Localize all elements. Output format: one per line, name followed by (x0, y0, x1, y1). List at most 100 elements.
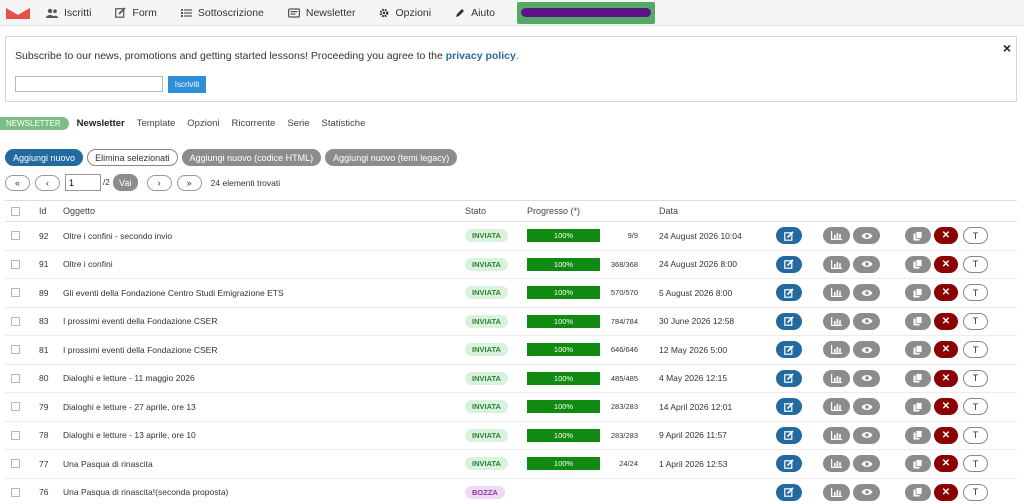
statistics-button[interactable] (823, 483, 850, 501)
copy-button[interactable] (905, 227, 931, 245)
preview-button[interactable] (853, 426, 880, 444)
preview-button[interactable] (853, 284, 880, 302)
edit-button[interactable] (776, 483, 802, 501)
copy-button[interactable] (905, 398, 931, 416)
preview-button[interactable] (853, 255, 880, 273)
delete-button[interactable]: ✕ (934, 398, 958, 416)
page-number-input[interactable] (65, 174, 101, 191)
prev-page-button[interactable]: ‹ (35, 174, 60, 191)
go-button[interactable]: Vai (112, 174, 138, 191)
statistics-button[interactable] (823, 398, 850, 416)
row-checkbox[interactable] (11, 288, 20, 298)
tab-ricorrente[interactable]: Ricorrente (232, 118, 276, 129)
test-send-button[interactable]: T (963, 369, 988, 387)
preview-button[interactable] (853, 341, 880, 359)
preview-button[interactable] (853, 455, 880, 473)
copy-button[interactable] (905, 426, 931, 444)
statistics-button[interactable] (823, 227, 850, 245)
test-send-button[interactable]: T (963, 426, 988, 444)
preview-button[interactable] (853, 483, 880, 501)
tab-statistiche[interactable]: Statistiche (322, 118, 366, 129)
delete-button[interactable]: ✕ (934, 227, 958, 245)
delete-button[interactable]: ✕ (934, 312, 958, 330)
last-page-button[interactable]: » (176, 174, 202, 191)
first-page-button[interactable]: « (5, 174, 30, 191)
edit-button[interactable] (776, 312, 802, 330)
test-send-button[interactable]: T (963, 455, 988, 473)
nav-item-iscritti[interactable]: Iscritti (46, 0, 91, 26)
test-send-button[interactable]: T (963, 255, 988, 273)
next-page-button[interactable]: › (146, 174, 172, 191)
delete-button[interactable]: ✕ (934, 341, 958, 359)
header-subject[interactable]: Oggetto (63, 201, 95, 221)
edit-button[interactable] (776, 255, 802, 273)
mail-logo-icon[interactable] (6, 6, 30, 19)
preview-button[interactable] (853, 369, 880, 387)
nav-item-form[interactable]: Form (115, 0, 157, 26)
nav-item-newsletter[interactable]: Newsletter (287, 0, 355, 26)
edit-button[interactable] (776, 227, 802, 245)
nav-item-sottoscrizione[interactable]: Sottoscrizione (180, 0, 264, 26)
delete-button[interactable]: ✕ (934, 369, 958, 387)
statistics-button[interactable] (823, 255, 850, 273)
header-id[interactable]: Id (39, 201, 47, 221)
delete-button[interactable]: ✕ (934, 426, 958, 444)
tab-template[interactable]: Template (137, 118, 176, 129)
tab-serie[interactable]: Serie (287, 118, 309, 129)
statistics-button[interactable] (823, 369, 850, 387)
edit-button[interactable] (776, 426, 802, 444)
delete-button[interactable]: ✕ (934, 255, 958, 273)
add-new-button[interactable]: Aggiungi nuovo (5, 149, 84, 166)
statistics-button[interactable] (823, 284, 850, 302)
row-checkbox[interactable] (11, 316, 20, 326)
test-send-button[interactable]: T (963, 398, 988, 416)
tab-newsletter[interactable]: Newsletter (77, 118, 125, 129)
statistics-button[interactable] (823, 312, 850, 330)
copy-button[interactable] (905, 284, 931, 302)
copy-button[interactable] (905, 255, 931, 273)
delete-button[interactable]: ✕ (934, 483, 958, 501)
row-checkbox[interactable] (11, 459, 20, 469)
test-send-button[interactable]: T (963, 341, 988, 359)
test-send-button[interactable]: T (963, 227, 988, 245)
row-checkbox[interactable] (11, 402, 20, 412)
edit-button[interactable] (776, 398, 802, 416)
edit-button[interactable] (776, 455, 802, 473)
statistics-button[interactable] (823, 341, 850, 359)
statistics-button[interactable] (823, 426, 850, 444)
row-checkbox[interactable] (11, 430, 20, 440)
edit-button[interactable] (776, 341, 802, 359)
test-send-button[interactable]: T (963, 483, 988, 501)
edit-button[interactable] (776, 369, 802, 387)
test-send-button[interactable]: T (963, 284, 988, 302)
preview-button[interactable] (853, 312, 880, 330)
nav-item-aiuto[interactable]: Aiuto (455, 0, 495, 26)
copy-button[interactable] (905, 483, 931, 501)
preview-button[interactable] (853, 227, 880, 245)
tab-opzioni[interactable]: Opzioni (187, 118, 219, 129)
redacted-account-area[interactable] (517, 1, 656, 24)
privacy-policy-link[interactable]: privacy policy (446, 50, 516, 62)
subscribe-button[interactable]: Iscriviti (168, 76, 206, 93)
delete-button[interactable]: ✕ (934, 284, 958, 302)
close-icon[interactable]: × (1003, 40, 1011, 56)
row-checkbox[interactable] (11, 487, 20, 497)
preview-button[interactable] (853, 398, 880, 416)
select-all-checkbox[interactable] (11, 206, 20, 216)
header-date[interactable]: Data (659, 201, 678, 221)
add-new-html-button[interactable]: Aggiungi nuovo (codice HTML) (181, 149, 322, 166)
copy-button[interactable] (905, 341, 931, 359)
header-status[interactable]: Stato (465, 201, 486, 221)
subscribe-email-input[interactable] (15, 76, 163, 92)
delete-selected-button[interactable]: Elimina selezionati (87, 149, 178, 166)
nav-item-opzioni[interactable]: Opzioni (379, 0, 431, 26)
test-send-button[interactable]: T (963, 312, 988, 330)
copy-button[interactable] (905, 369, 931, 387)
delete-button[interactable]: ✕ (934, 455, 958, 473)
row-checkbox[interactable] (11, 373, 20, 383)
copy-button[interactable] (905, 312, 931, 330)
row-checkbox[interactable] (11, 259, 20, 269)
edit-button[interactable] (776, 284, 802, 302)
row-checkbox[interactable] (11, 231, 20, 241)
statistics-button[interactable] (823, 455, 850, 473)
